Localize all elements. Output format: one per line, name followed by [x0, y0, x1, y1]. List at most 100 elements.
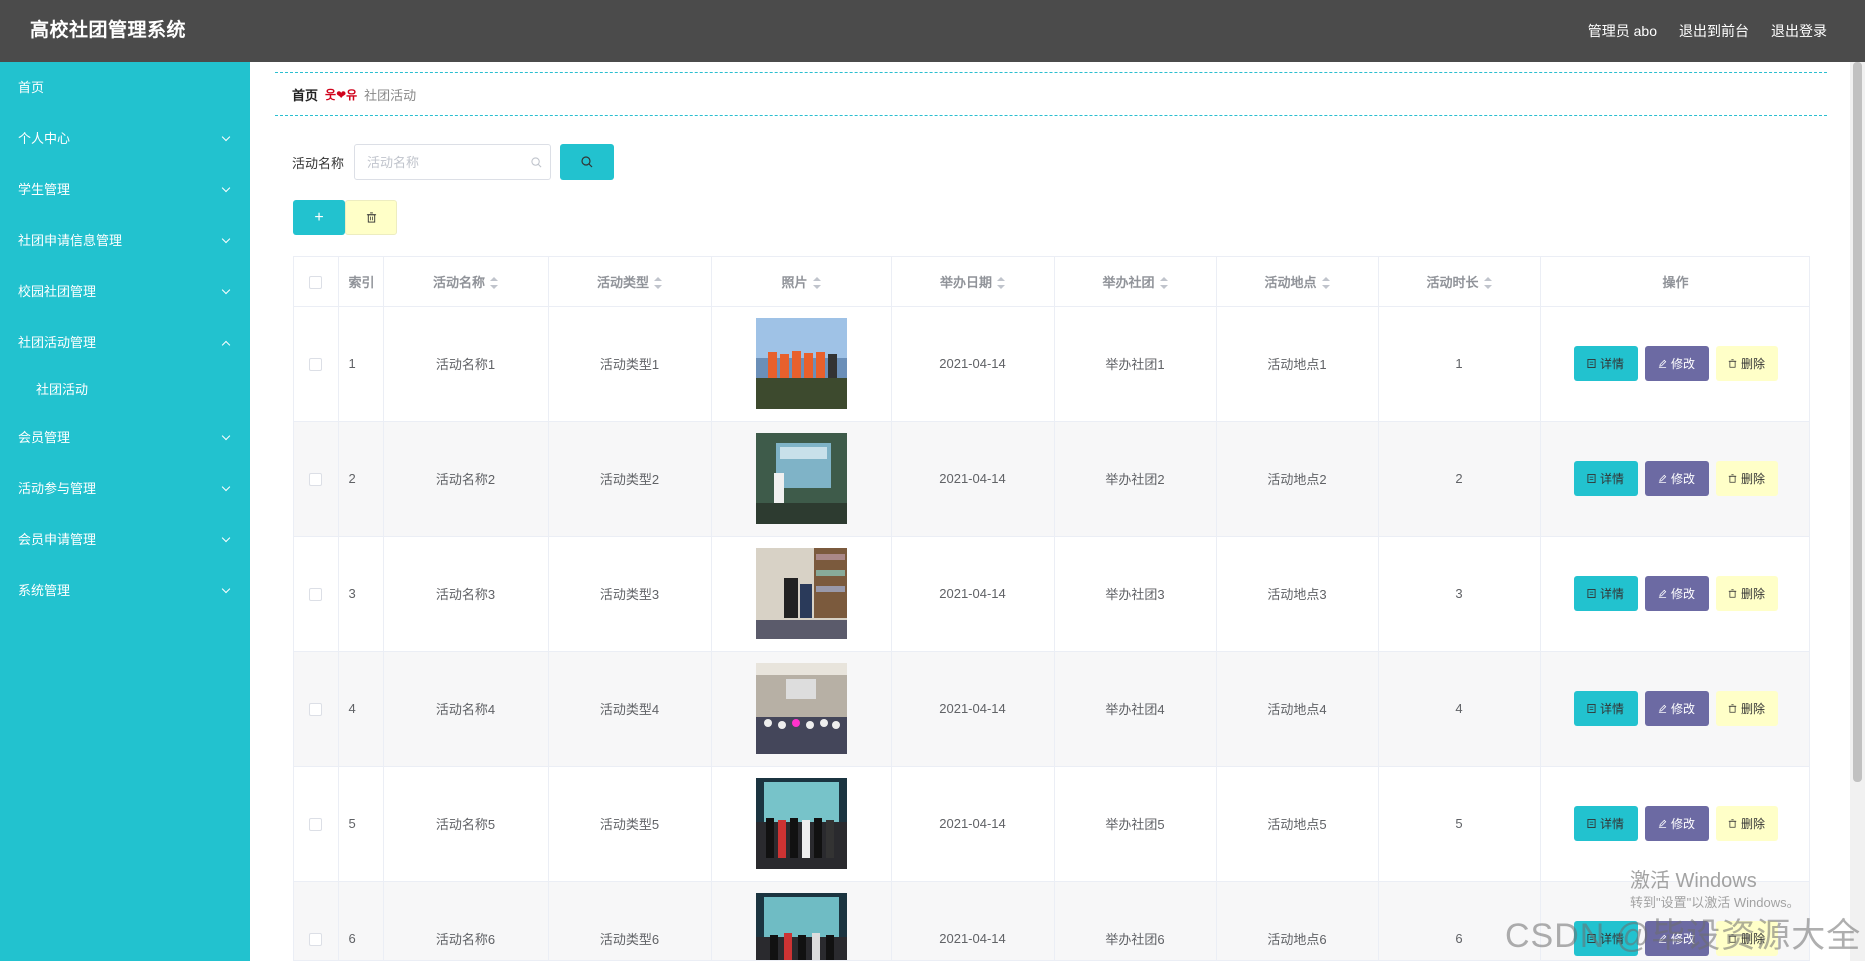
cell-type: 活动类型3: [548, 536, 712, 652]
sidebar-item-label: 会员申请管理: [18, 532, 97, 547]
sidebar-item-activity-participation-management[interactable]: 活动参与管理: [0, 463, 250, 514]
cell-name: 活动名称4: [383, 651, 549, 767]
column-header-name[interactable]: 活动名称: [383, 257, 549, 307]
cell-name: 活动名称6: [383, 881, 549, 960]
sidebar-item-label: 会员管理: [18, 430, 71, 445]
sort-icon[interactable]: [812, 277, 821, 290]
column-header-type[interactable]: 活动类型: [548, 257, 712, 307]
delete-button[interactable]: 删除: [1715, 691, 1778, 726]
chevron-down-icon: [220, 565, 232, 616]
add-button[interactable]: +: [293, 200, 345, 235]
edit-button[interactable]: 修改: [1644, 576, 1709, 611]
delete-button-label: 删除: [1740, 472, 1765, 486]
column-header-label: 举办社团: [1102, 274, 1155, 290]
sidebar-item-label: 学生管理: [18, 182, 71, 197]
logout-link[interactable]: 退出登录: [1771, 0, 1827, 62]
page-scrollbar[interactable]: [1850, 62, 1865, 961]
sort-icon[interactable]: [490, 277, 498, 290]
row-checkbox[interactable]: [309, 703, 323, 717]
cell-club: 举办社团2: [1054, 421, 1217, 537]
row-checkbox[interactable]: [309, 588, 323, 602]
sidebar-item-member-management[interactable]: 会员管理: [0, 412, 250, 463]
activity-photo: [755, 893, 847, 960]
scrollbar-thumb[interactable]: [1853, 62, 1862, 782]
cell-type: 活动类型6: [548, 881, 712, 960]
sort-icon[interactable]: [1159, 277, 1168, 290]
column-header-photo[interactable]: 照片: [711, 257, 892, 307]
row-checkbox[interactable]: [309, 358, 323, 372]
search-button[interactable]: [560, 144, 615, 180]
row-checkbox[interactable]: [309, 818, 323, 832]
edit-button[interactable]: 修改: [1644, 806, 1709, 841]
detail-button[interactable]: 详情: [1573, 691, 1638, 726]
table-row: 5 活动名称5 活动类型5 2021-04-14 举办社团5 活动地点5 5 详情 修改 删除: [294, 766, 1809, 882]
cell-photo: [711, 536, 892, 652]
sidebar-item-campus-club-management[interactable]: 校园社团管理: [0, 266, 250, 317]
cell-club: 举办社团1: [1054, 306, 1217, 422]
detail-button[interactable]: 详情: [1573, 806, 1638, 841]
search-input[interactable]: [355, 145, 551, 179]
admin-user-label[interactable]: 管理员 abo: [1588, 0, 1657, 62]
delete-button[interactable]: 删除: [1715, 346, 1778, 381]
document-icon: [1587, 474, 1596, 483]
exit-to-front-link[interactable]: 退出到前台: [1679, 0, 1749, 62]
breadcrumb-home[interactable]: 首页: [292, 85, 318, 104]
detail-button-label: 详情: [1599, 702, 1624, 716]
sidebar-item-student-management[interactable]: 学生管理: [0, 164, 250, 215]
sidebar: 首页 个人中心 学生管理 社团申请信息管理 校园社团管理 社团活动管理 社团活动…: [0, 62, 250, 961]
table-row: 1 活动名称1 活动类型1 2021-04-14 举办社团1 活动地点1 1 详情 修改 删除: [294, 306, 1809, 422]
column-header-date[interactable]: 举办日期: [891, 257, 1055, 307]
delete-button-label: 删除: [1740, 817, 1765, 831]
cell-index: 1: [338, 306, 384, 422]
breadcrumb-separator-icon: 웃❤유: [325, 87, 358, 102]
trash-icon: [1728, 589, 1737, 598]
trash-icon: [1728, 359, 1737, 368]
batch-delete-button[interactable]: [345, 200, 397, 235]
edit-button[interactable]: 修改: [1644, 691, 1709, 726]
sort-icon[interactable]: [654, 277, 662, 290]
row-checkbox[interactable]: [309, 473, 323, 487]
csdn-watermark: CSDN @毕设资源大全: [1505, 917, 1862, 955]
cell-duration: 3: [1378, 536, 1541, 652]
column-header-label: 活动时长: [1426, 274, 1479, 290]
edit-button[interactable]: 修改: [1644, 346, 1709, 381]
detail-button[interactable]: 详情: [1573, 461, 1638, 496]
app-title: 高校社团管理系统: [30, 20, 187, 41]
delete-button[interactable]: 删除: [1715, 576, 1778, 611]
delete-button[interactable]: 删除: [1715, 806, 1778, 841]
sidebar-item-club-application-management[interactable]: 社团申请信息管理: [0, 215, 250, 266]
sidebar-item-member-application-management[interactable]: 会员申请管理: [0, 514, 250, 565]
sidebar-subitem-club-activity[interactable]: 社团活动: [0, 368, 250, 412]
toolbar: +: [293, 200, 397, 235]
cell-date: 2021-04-14: [891, 306, 1055, 422]
detail-button[interactable]: 详情: [1573, 576, 1638, 611]
sort-icon[interactable]: [1321, 277, 1330, 290]
select-all-checkbox[interactable]: [309, 275, 323, 289]
table-header-row: 索引 活动名称 活动类型 照片 举办日期 举办社团 活动地点 活动时长 操作: [294, 257, 1809, 307]
sort-icon[interactable]: [1483, 277, 1492, 290]
sidebar-item-system-management[interactable]: 系统管理: [0, 565, 250, 616]
edit-button[interactable]: 修改: [1644, 461, 1709, 496]
detail-button[interactable]: 详情: [1573, 346, 1638, 381]
column-header-club[interactable]: 举办社团: [1054, 257, 1217, 307]
column-header-place[interactable]: 活动地点: [1216, 257, 1379, 307]
column-header-actions: 操作: [1540, 257, 1809, 307]
detail-button-label: 详情: [1599, 472, 1624, 486]
cell-duration: 4: [1378, 651, 1541, 767]
column-header-label: 活动名称: [432, 274, 485, 290]
header-nav: 管理员 abo 退出到前台 退出登录: [1588, 0, 1827, 62]
sidebar-item-home[interactable]: 首页: [0, 62, 250, 113]
edit-button-label: 修改: [1670, 357, 1695, 371]
cell-type: 活动类型4: [548, 651, 712, 767]
sort-icon[interactable]: [997, 277, 1005, 290]
row-select-cell: [294, 306, 339, 422]
sidebar-item-club-activity-management[interactable]: 社团活动管理: [0, 317, 250, 368]
column-header-duration[interactable]: 活动时长: [1378, 257, 1541, 307]
sidebar-item-label: 个人中心: [18, 131, 71, 146]
chevron-down-icon: [220, 412, 232, 463]
sidebar-item-personal-center[interactable]: 个人中心: [0, 113, 250, 164]
breadcrumb: 首页 웃❤유 社团活动: [275, 72, 1827, 116]
delete-button[interactable]: 删除: [1715, 461, 1778, 496]
column-header-label: 索引: [348, 274, 375, 290]
row-checkbox[interactable]: [309, 933, 323, 947]
